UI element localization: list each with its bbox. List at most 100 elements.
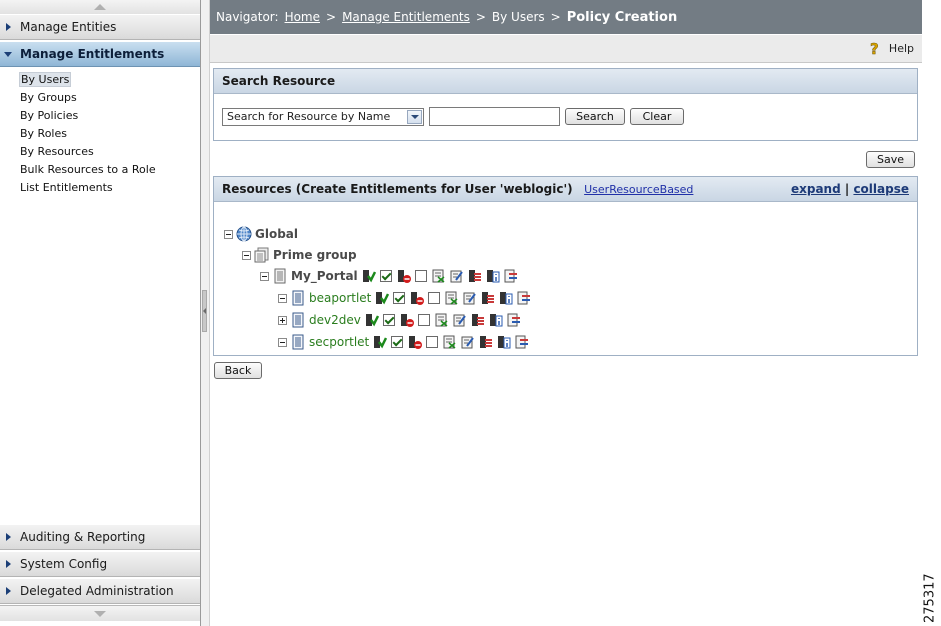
grant-entitlement-icon[interactable] [362,269,376,283]
chevron-up-icon [94,4,106,10]
policy-list-icon[interactable] [471,313,485,327]
grant-checkbox[interactable] [379,270,392,282]
grant-entitlement-icon[interactable] [373,335,388,349]
search-type-select[interactable]: Search for Resource by Name [222,107,424,126]
deny-checkbox[interactable] [414,270,427,282]
navigator-bar: Navigator: Home > Manage Entitlements > … [210,0,922,34]
link-divider: | [844,182,850,196]
search-input[interactable] [429,107,560,126]
policy-details-icon[interactable] [515,335,529,349]
deny-checkbox[interactable] [417,314,430,326]
sidebar-item-label: By Resources [20,145,94,158]
sidebar-item-bulk-resources[interactable]: Bulk Resources to a Role [0,161,199,179]
tree-node-my-portal: My_Portal [260,267,522,285]
policy-list-icon[interactable] [481,291,495,305]
policy-list-icon[interactable] [468,269,482,283]
sidebar-item-by-users[interactable]: By Users [0,71,199,89]
policy-details-icon[interactable] [517,291,531,305]
search-button[interactable]: Search [565,108,625,125]
sidebar-section-label: System Config [20,557,108,571]
policy-info-icon[interactable] [489,313,503,327]
edit-policy-icon[interactable] [453,313,467,327]
edit-policy-icon[interactable] [461,335,475,349]
deny-entitlement-icon[interactable] [397,269,411,283]
policy-conditions-icon[interactable] [443,335,457,349]
panel-splitter[interactable] [201,0,210,626]
sidebar-section-system-config[interactable]: System Config [0,551,200,577]
sidebar-scroll-down-button[interactable] [0,605,200,621]
policy-list-icon[interactable] [479,335,493,349]
resource-type-link[interactable]: UserResourceBased [584,183,693,196]
search-resource-panel: Search Resource Search for Resource by N… [213,68,918,141]
sidebar-item-list-entitlements[interactable]: List Entitlements [0,179,199,197]
sidebar-section-delegated-administration[interactable]: Delegated Administration [0,578,200,604]
tree-label-secportlet[interactable]: secportlet [309,335,369,349]
sidebar-section-manage-entities[interactable]: Manage Entities [0,14,200,40]
policy-conditions-icon[interactable] [435,313,449,327]
collapse-link[interactable]: collapse [853,182,909,196]
grant-checkbox[interactable] [382,314,395,326]
search-row: Search for Resource by Name Search Clear [214,94,917,126]
save-button[interactable]: Save [866,151,915,168]
tree-label-prime-group[interactable]: Prime group [273,248,357,262]
policy-info-icon[interactable] [499,291,513,305]
splitter-collapse-handle[interactable] [202,290,207,332]
breadcrumb-separator: > [550,10,561,24]
entitlement-icons [362,269,522,283]
edit-policy-icon[interactable] [450,269,464,283]
breadcrumb-manage-entitlements[interactable]: Manage Entitlements [342,10,470,24]
policy-info-icon[interactable] [497,335,511,349]
figure-number: 275317 [922,573,938,623]
edit-policy-icon[interactable] [463,291,477,305]
breadcrumb-separator: > [475,10,486,24]
tree-label-my-portal[interactable]: My_Portal [291,269,358,283]
tree-label-beaportlet[interactable]: beaportlet [309,291,371,305]
tree-toggle[interactable] [278,337,287,347]
policy-conditions-icon[interactable] [432,269,446,283]
policy-conditions-icon[interactable] [445,291,459,305]
tree-node-beaportlet: beaportlet [278,289,535,307]
tree-toggle[interactable] [278,293,287,303]
sidebar-scroll-up-button[interactable] [0,0,200,15]
grant-checkbox[interactable] [393,292,406,304]
deny-entitlement-icon[interactable] [400,313,414,327]
breadcrumb-separator: > [326,10,337,24]
expand-arrow-icon [6,23,11,31]
sidebar-item-by-roles[interactable]: By Roles [0,125,199,143]
clear-button[interactable]: Clear [630,108,684,125]
resources-panel-title: Resources (Create Entitlements for User … [222,182,573,196]
dropdown-arrow-icon[interactable] [407,109,422,124]
sidebar-section-manage-entitlements[interactable]: Manage Entitlements [0,41,200,67]
portlet-icon [292,290,304,306]
entitlement-icons [373,335,533,349]
back-button[interactable]: Back [214,362,262,379]
grant-entitlement-icon[interactable] [375,291,390,305]
policy-details-icon[interactable] [504,269,518,283]
tree-label-global[interactable]: Global [255,227,298,241]
deny-entitlement-icon[interactable] [410,291,425,305]
entitlement-icons [375,291,535,305]
tree-label-dev2dev[interactable]: dev2dev [309,313,361,327]
help-icon[interactable]: ? [869,41,883,57]
search-panel-header: Search Resource [214,69,917,94]
policy-info-icon[interactable] [486,269,500,283]
help-bar: ? Help [210,35,922,63]
grant-checkbox[interactable] [391,336,404,348]
tree-toggle[interactable] [224,229,233,239]
deny-checkbox[interactable] [428,292,441,304]
breadcrumb-home[interactable]: Home [285,10,320,24]
tree-toggle[interactable] [260,271,269,281]
expand-link[interactable]: expand [791,182,841,196]
sidebar-item-by-resources[interactable]: By Resources [0,143,199,161]
policy-details-icon[interactable] [507,313,521,327]
sidebar-item-by-groups[interactable]: By Groups [0,89,199,107]
deny-entitlement-icon[interactable] [408,335,423,349]
tree-toggle[interactable] [278,315,287,325]
sidebar-section-auditing-reporting[interactable]: Auditing & Reporting [0,524,200,550]
grant-entitlement-icon[interactable] [365,313,379,327]
tree-toggle[interactable] [242,250,251,260]
sidebar-section-label: Manage Entitlements [20,47,165,61]
deny-checkbox[interactable] [426,336,439,348]
help-link[interactable]: Help [889,42,914,55]
sidebar-item-by-policies[interactable]: By Policies [0,107,199,125]
